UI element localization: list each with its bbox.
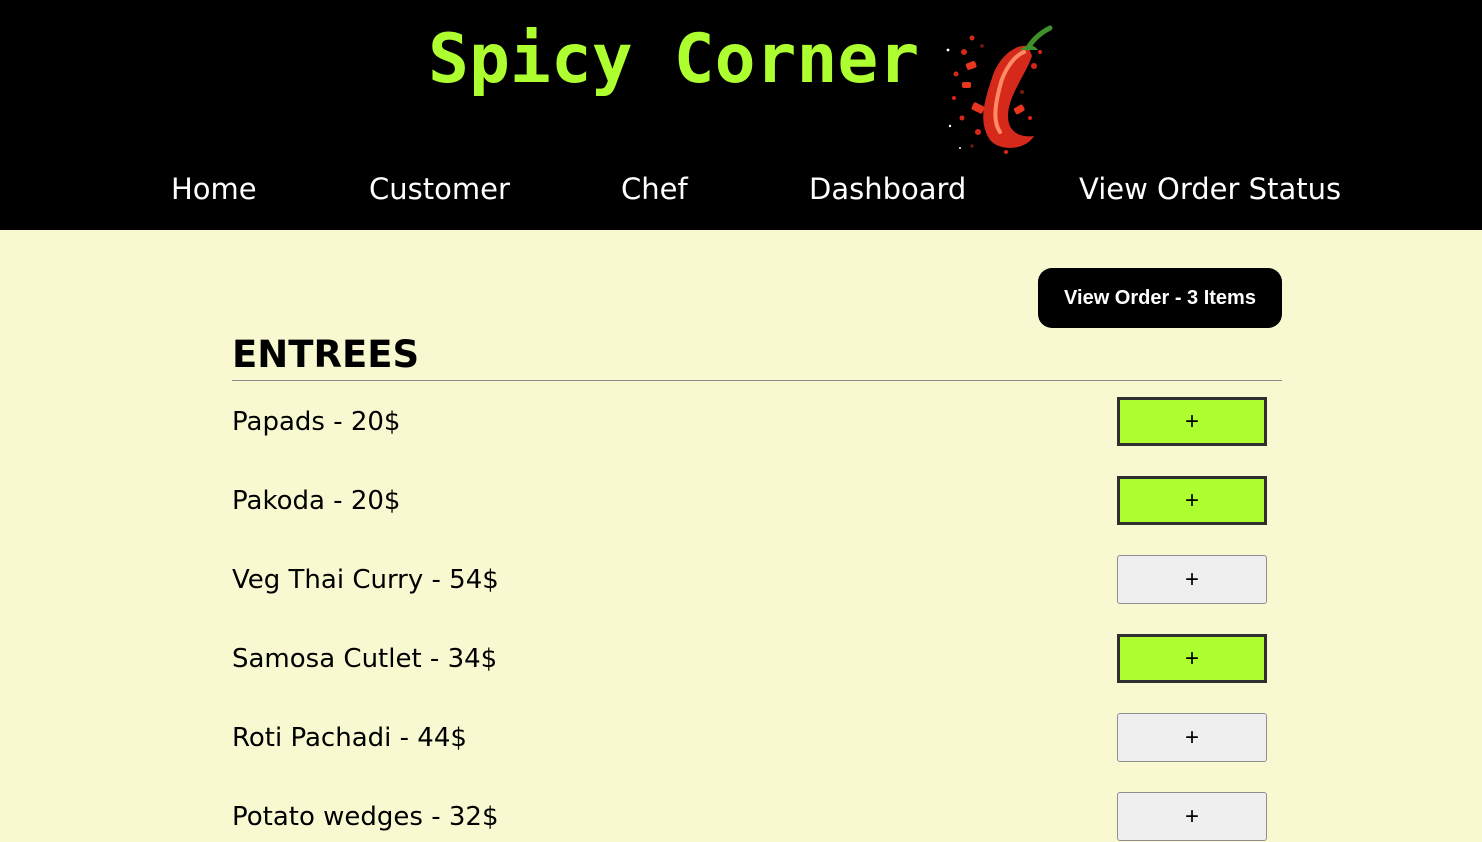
nav-home-link[interactable]: Home [171,168,257,210]
menu-item-label: Veg Thai Curry - 54$ [232,565,499,595]
nav-customer-link[interactable]: Customer [369,168,510,210]
nav-dashboard-link[interactable]: Dashboard [809,168,966,210]
menu-item: Pakoda - 20$ + [232,476,1282,526]
add-item-button[interactable]: + [1117,792,1267,841]
add-item-button[interactable]: + [1117,397,1267,446]
site-header: Spicy Corner Home Customer Chef Dashboar… [0,0,1482,230]
nav-chef-link[interactable]: Chef [621,168,688,210]
menu-item: Veg Thai Curry - 54$ + [232,555,1282,605]
add-item-button[interactable]: + [1117,555,1267,604]
menu-item: Samosa Cutlet - 34$ + [232,634,1282,684]
main-nav: Home Customer Chef Dashboard View Order … [0,168,1482,210]
nav-order-status-link[interactable]: View Order Status [1079,168,1341,210]
site-title: Spicy Corner [428,20,920,99]
add-item-button[interactable]: + [1117,634,1267,683]
menu-content: View Order - 3 Items ENTREES Papads - 20… [0,230,1482,841]
menu-item-label: Potato wedges - 32$ [232,802,499,832]
menu-item-label: Pakoda - 20$ [232,486,401,516]
menu-item-label: Papads - 20$ [232,407,401,437]
add-item-button[interactable]: + [1117,713,1267,762]
menu-item: Roti Pachadi - 44$ + [232,713,1282,763]
menu-item: Papads - 20$ + [232,397,1282,447]
section-title: ENTREES [232,333,420,376]
menu-item-label: Roti Pachadi - 44$ [232,723,467,753]
add-item-button[interactable]: + [1117,476,1267,525]
menu-item: Potato wedges - 32$ + [232,792,1282,842]
view-order-button[interactable]: View Order - 3 Items [1038,268,1282,328]
menu-item-label: Samosa Cutlet - 34$ [232,644,498,674]
chili-pepper-icon [946,25,1053,154]
section-divider [232,380,1282,381]
